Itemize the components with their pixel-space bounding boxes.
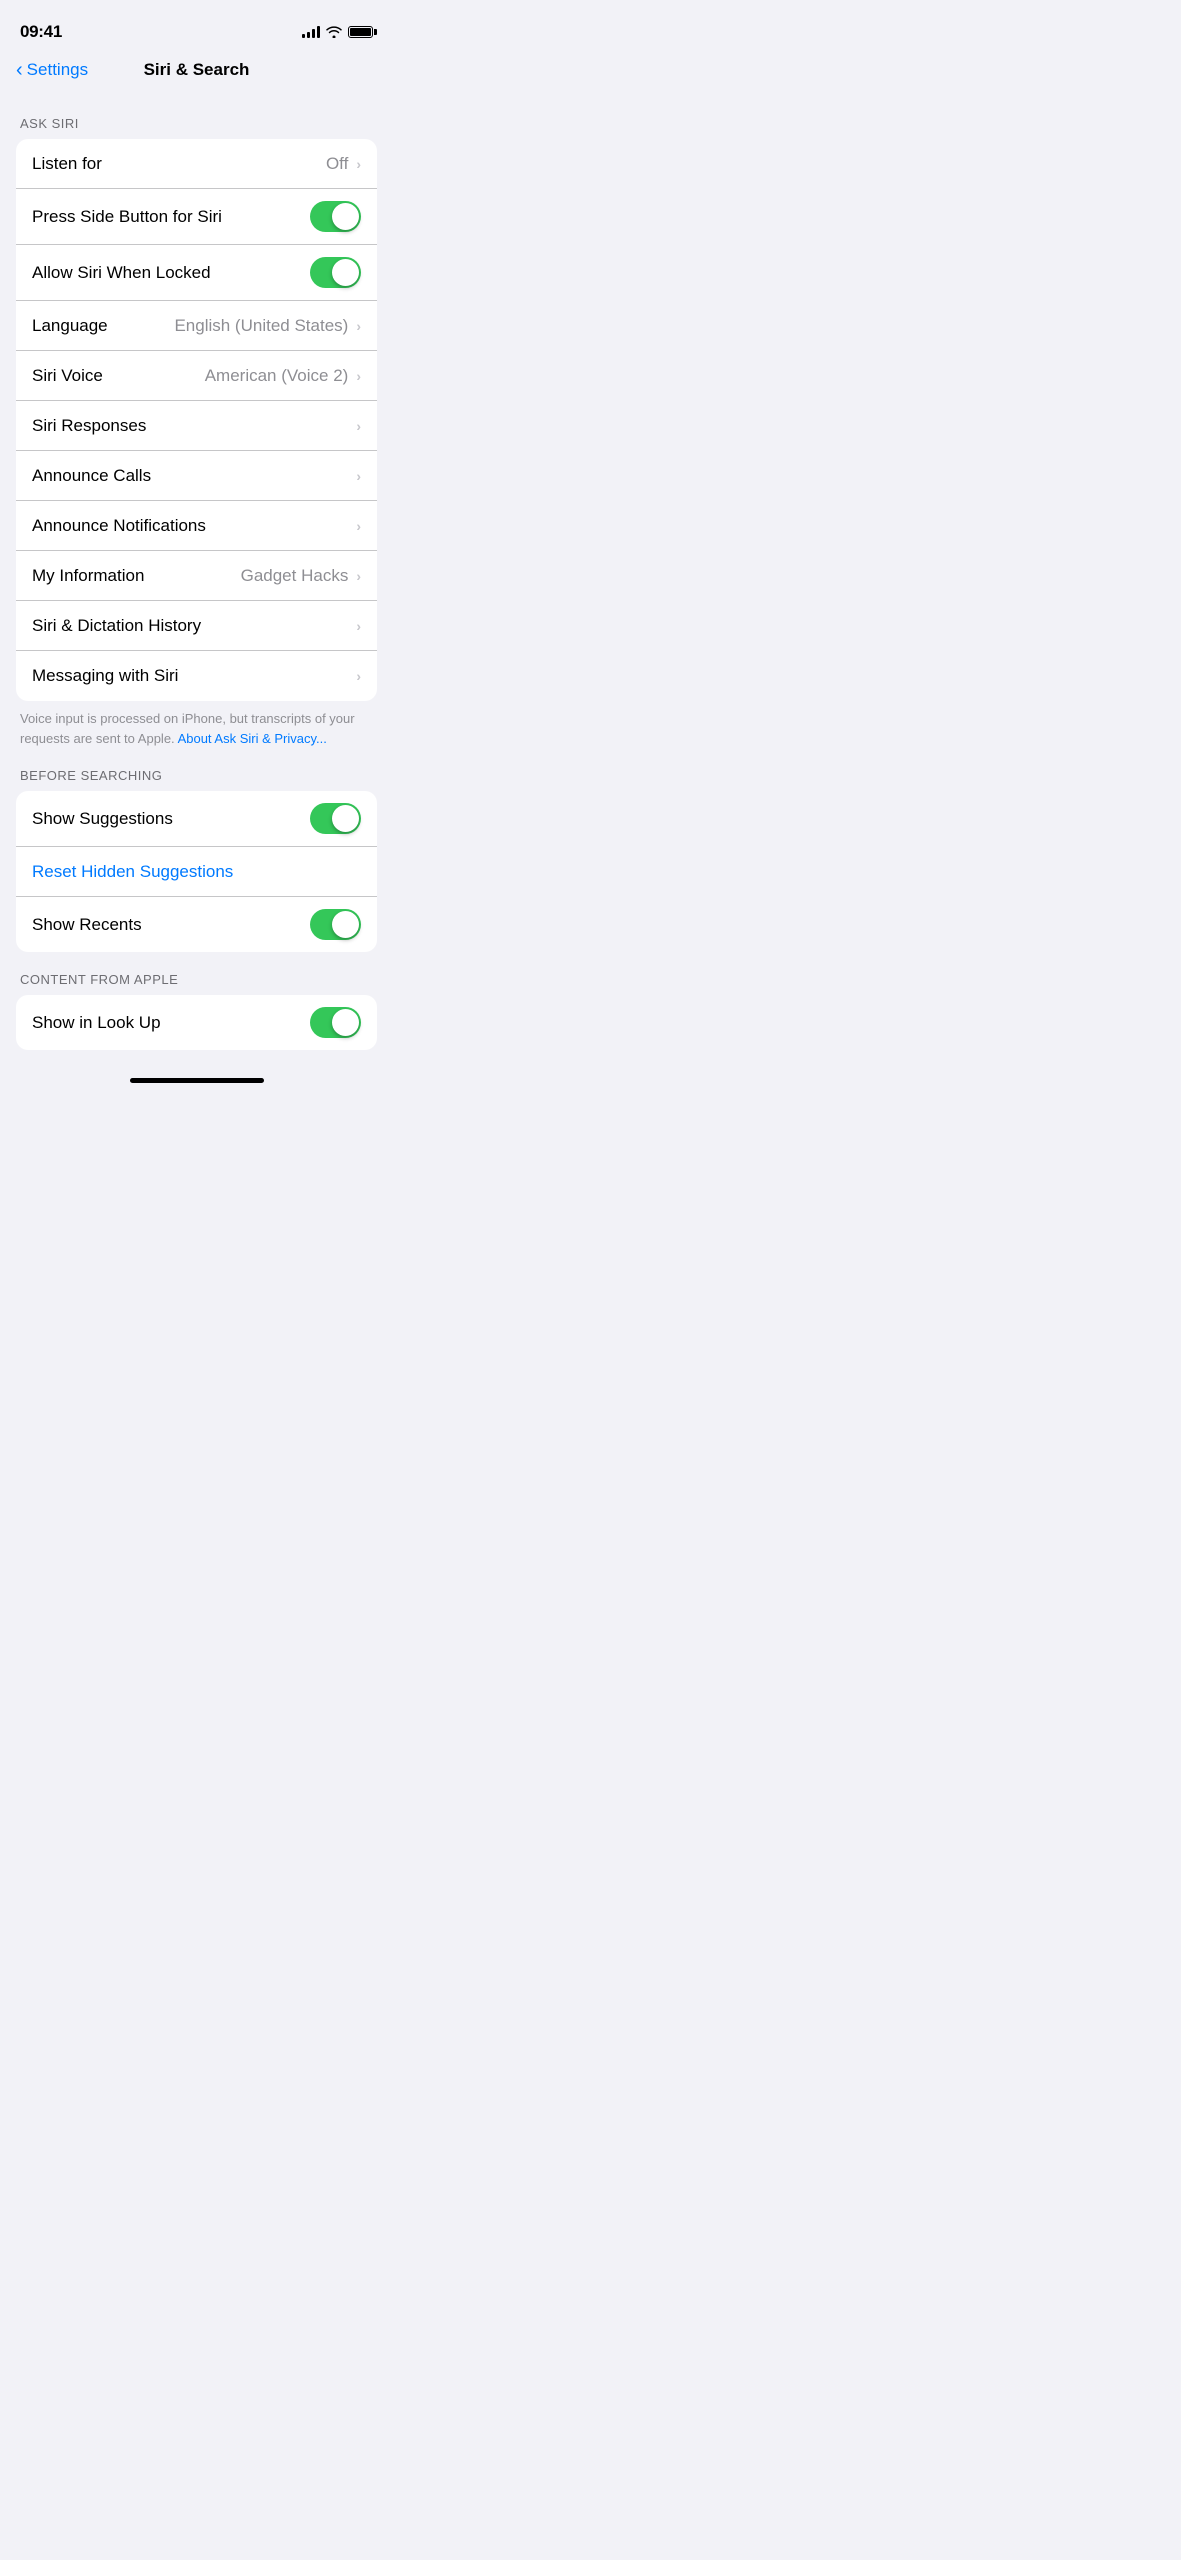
my-information-chevron-icon: › xyxy=(356,568,361,584)
status-icons xyxy=(302,26,373,38)
language-label: Language xyxy=(32,316,174,336)
status-time: 09:41 xyxy=(20,22,62,42)
toggle-thumb xyxy=(332,911,359,938)
ask-siri-header: ASK SIRI xyxy=(0,116,393,139)
siri-voice-row[interactable]: Siri Voice American (Voice 2) › xyxy=(16,351,377,401)
before-searching-section: BEFORE SEARCHING Show Suggestions Reset … xyxy=(0,768,393,952)
announce-notif-label: Announce Notifications xyxy=(32,516,352,536)
announce-calls-label: Announce Calls xyxy=(32,466,352,486)
siri-voice-value: American (Voice 2) › xyxy=(205,366,361,386)
listen-for-value: Off › xyxy=(326,154,361,174)
my-information-row[interactable]: My Information Gadget Hacks › xyxy=(16,551,377,601)
nav-header: ‹ Settings Siri & Search xyxy=(0,50,393,96)
siri-voice-chevron-icon: › xyxy=(356,368,361,384)
announce-notif-row[interactable]: Announce Notifications › xyxy=(16,501,377,551)
show-recents-row[interactable]: Show Recents xyxy=(16,897,377,952)
show-lookup-row[interactable]: Show in Look Up xyxy=(16,995,377,1050)
announce-calls-chevron-icon: › xyxy=(356,468,361,484)
content-from-apple-section: CONTENT FROM APPLE Show in Look Up xyxy=(0,972,393,1050)
reset-hidden-row[interactable]: Reset Hidden Suggestions xyxy=(16,847,377,897)
ask-siri-card: Listen for Off › Press Side Button for S… xyxy=(16,139,377,701)
reset-hidden-label: Reset Hidden Suggestions xyxy=(32,862,233,882)
siri-responses-chevron-icon: › xyxy=(356,418,361,434)
toggle-thumb xyxy=(332,805,359,832)
ask-siri-footer: Voice input is processed on iPhone, but … xyxy=(0,701,393,748)
dictation-history-chevron-icon: › xyxy=(356,618,361,634)
back-label: Settings xyxy=(27,60,88,80)
show-lookup-label: Show in Look Up xyxy=(32,1013,310,1033)
wifi-icon xyxy=(326,26,342,38)
show-recents-toggle[interactable] xyxy=(310,909,361,940)
back-chevron-icon: ‹ xyxy=(16,60,23,80)
announce-notif-chevron-icon: › xyxy=(356,518,361,534)
siri-responses-label: Siri Responses xyxy=(32,416,352,436)
ask-siri-section: ASK SIRI Listen for Off › Press Side But… xyxy=(0,116,393,748)
language-value: English (United States) › xyxy=(174,316,361,336)
show-suggestions-row[interactable]: Show Suggestions xyxy=(16,791,377,847)
siri-responses-value: › xyxy=(352,418,361,434)
messaging-siri-value: › xyxy=(352,668,361,684)
ask-siri-privacy-link[interactable]: About Ask Siri & Privacy... xyxy=(178,731,327,746)
siri-voice-label: Siri Voice xyxy=(32,366,205,386)
show-recents-label: Show Recents xyxy=(32,915,310,935)
messaging-siri-label: Messaging with Siri xyxy=(32,666,352,686)
dictation-history-label: Siri & Dictation History xyxy=(32,616,352,636)
language-row[interactable]: Language English (United States) › xyxy=(16,301,377,351)
announce-calls-value: › xyxy=(352,468,361,484)
show-suggestions-label: Show Suggestions xyxy=(32,809,310,829)
content-from-apple-header: CONTENT FROM APPLE xyxy=(0,972,393,995)
toggle-thumb xyxy=(332,259,359,286)
toggle-thumb xyxy=(332,203,359,230)
messaging-siri-row[interactable]: Messaging with Siri › xyxy=(16,651,377,701)
announce-calls-row[interactable]: Announce Calls › xyxy=(16,451,377,501)
my-information-label: My Information xyxy=(32,566,241,586)
press-side-toggle[interactable] xyxy=(310,201,361,232)
home-indicator xyxy=(130,1078,264,1083)
back-button[interactable]: ‹ Settings xyxy=(16,60,88,80)
listen-for-label: Listen for xyxy=(32,154,326,174)
page-title: Siri & Search xyxy=(144,60,250,80)
messaging-siri-chevron-icon: › xyxy=(356,668,361,684)
allow-locked-toggle[interactable] xyxy=(310,257,361,288)
allow-locked-label: Allow Siri When Locked xyxy=(32,263,310,283)
before-searching-card: Show Suggestions Reset Hidden Suggestion… xyxy=(16,791,377,952)
dictation-history-row[interactable]: Siri & Dictation History › xyxy=(16,601,377,651)
battery-icon xyxy=(348,26,373,38)
content-from-apple-card: Show in Look Up xyxy=(16,995,377,1050)
language-chevron-icon: › xyxy=(356,318,361,334)
show-lookup-toggle[interactable] xyxy=(310,1007,361,1038)
press-side-label: Press Side Button for Siri xyxy=(32,207,310,227)
allow-locked-row[interactable]: Allow Siri When Locked xyxy=(16,245,377,301)
signal-icon xyxy=(302,26,320,38)
siri-responses-row[interactable]: Siri Responses › xyxy=(16,401,377,451)
before-searching-header: BEFORE SEARCHING xyxy=(0,768,393,791)
press-side-button-row[interactable]: Press Side Button for Siri xyxy=(16,189,377,245)
show-suggestions-toggle[interactable] xyxy=(310,803,361,834)
my-information-value: Gadget Hacks › xyxy=(241,566,361,586)
status-bar: 09:41 xyxy=(0,0,393,50)
listen-for-chevron-icon: › xyxy=(356,156,361,172)
dictation-history-value: › xyxy=(352,618,361,634)
toggle-thumb xyxy=(332,1009,359,1036)
listen-for-row[interactable]: Listen for Off › xyxy=(16,139,377,189)
announce-notif-value: › xyxy=(352,518,361,534)
